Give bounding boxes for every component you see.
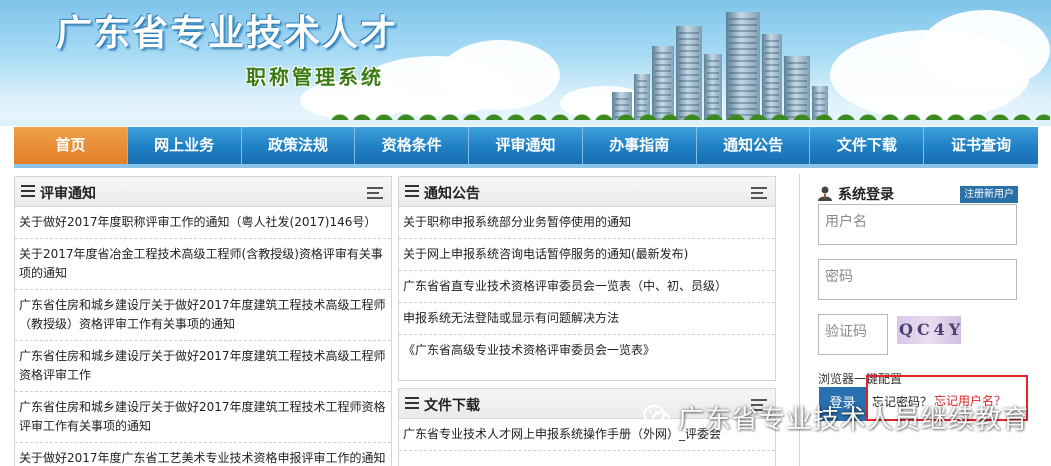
banner-bottom-strip bbox=[0, 120, 1051, 126]
list-item[interactable]: 关于职称申报系统部分业务暂停使用的通知 bbox=[399, 207, 775, 239]
list-icon bbox=[405, 185, 419, 197]
list-icon bbox=[21, 185, 35, 197]
list-item[interactable]: 广东省住房和城乡建设厅关于做好2017年度建筑工程技术工程师资格评审工作有关事项… bbox=[15, 392, 391, 443]
nav-policies[interactable]: 政策法规 bbox=[242, 127, 356, 164]
cloud bbox=[440, 40, 560, 110]
page: 广东省专业技术人才 职称管理系统 首页 网上业务 政策法规 资格条件 评审通知 … bbox=[0, 0, 1051, 466]
site-subtitle: 职称管理系统 bbox=[246, 65, 384, 89]
captcha-input[interactable]: 验证码 bbox=[818, 314, 888, 355]
nav-qualifications[interactable]: 资格条件 bbox=[355, 127, 470, 164]
list-icon bbox=[405, 397, 419, 409]
list-item[interactable]: 关于做好2017年度职称评审工作的通知（粤人社发(2017)146号） bbox=[15, 207, 391, 239]
list-item[interactable]: 广东省住房和城乡建设厅关于做好2017年度建筑工程技术高级工程师（教授级）资格评… bbox=[15, 290, 391, 341]
panel-title: 评审通知 bbox=[40, 186, 96, 202]
panel-header: 通知公告 bbox=[399, 177, 775, 207]
captcha-image[interactable]: QC4Y bbox=[897, 316, 961, 344]
login-title: 系统登录 bbox=[838, 187, 894, 203]
list-item[interactable]: 申报系统无法登陆或显示有问题解决方法 bbox=[399, 303, 775, 335]
nav-certificate-query[interactable]: 证书查询 bbox=[924, 127, 1038, 164]
user-icon bbox=[818, 186, 832, 201]
cloud bbox=[920, 10, 1050, 90]
list-item[interactable]: 关于2017年度省冶金工程技术高级工程师(含教授级)资格评审有关事项的通知 bbox=[15, 239, 391, 290]
nav-online-business[interactable]: 网上业务 bbox=[128, 127, 242, 164]
nav-home[interactable]: 首页 bbox=[14, 127, 128, 164]
nav-guide[interactable]: 办事指南 bbox=[583, 127, 697, 164]
nav-downloads[interactable]: 文件下载 bbox=[810, 127, 925, 164]
watermark-text: 广东省专业技术人员继续教育 bbox=[640, 399, 1029, 436]
nav-review-notices[interactable]: 评审通知 bbox=[469, 127, 583, 164]
panel-title: 文件下载 bbox=[424, 398, 480, 414]
menu-icon[interactable] bbox=[751, 187, 767, 202]
nav-announcements[interactable]: 通知公告 bbox=[697, 127, 811, 164]
list-item[interactable]: 《广东省高级专业技术资格评审委员会一览表》 bbox=[399, 335, 775, 366]
review-notice-panel: 评审通知 关于做好2017年度职称评审工作的通知（粤人社发(2017)146号）… bbox=[14, 176, 392, 466]
header-banner: 广东省专业技术人才 职称管理系统 bbox=[0, 0, 1051, 126]
list-item[interactable]: 广东省省直专业技术资格评审委员会一览表（中、初、员级） bbox=[399, 271, 775, 303]
list-item[interactable]: 关于做好2017年度广东省工艺美术专业技术资格申报评审工作的通知 bbox=[15, 443, 391, 466]
register-button[interactable]: 注册新用户 bbox=[960, 186, 1018, 203]
password-input[interactable]: 密码 bbox=[818, 259, 1017, 300]
main-nav: 首页 网上业务 政策法规 资格条件 评审通知 办事指南 通知公告 文件下载 证书… bbox=[14, 127, 1038, 168]
announcements-panel: 通知公告 关于职称申报系统部分业务暂停使用的通知 关于网上申报系统咨询电话暂停服… bbox=[398, 176, 776, 381]
list-item[interactable]: 广东省住房和城乡建设厅关于做好2017年度建筑工程技术高级工程师资格评审工作 bbox=[15, 341, 391, 392]
watermark-label: 广东省专业技术人员继续教育 bbox=[678, 405, 1030, 435]
site-title: 广东省专业技术人才 bbox=[56, 13, 399, 54]
list-item[interactable]: 关于网上申报系统咨询电话暂停服务的通知(最新发布) bbox=[399, 239, 775, 271]
username-input[interactable]: 用户名 bbox=[818, 204, 1017, 245]
panel-header: 评审通知 bbox=[15, 177, 391, 207]
menu-icon[interactable] bbox=[367, 187, 383, 202]
panel-title: 通知公告 bbox=[424, 186, 480, 202]
